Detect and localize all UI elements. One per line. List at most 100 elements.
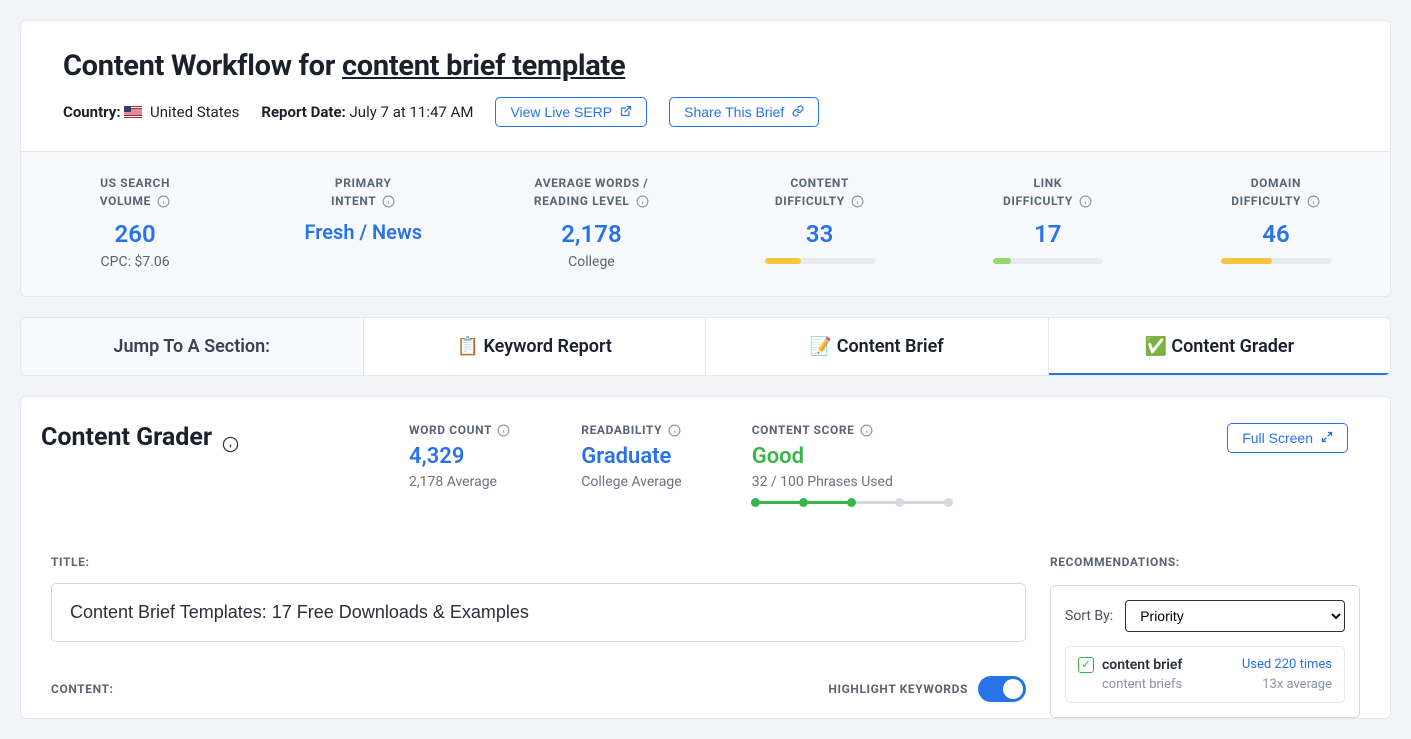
check-icon: ✓ (1078, 657, 1094, 673)
highlight-keywords-label: HIGHLIGHT KEYWORDS (828, 682, 968, 696)
content-field-label: CONTENT: (51, 682, 114, 696)
tab-keyword-report[interactable]: 📋 Keyword Report (364, 318, 707, 375)
report-date-label: Report Date: (261, 103, 345, 121)
toggle-knob (1003, 679, 1023, 699)
info-icon[interactable] (860, 424, 874, 438)
score-track (752, 498, 952, 507)
workflow-header-card: Content Workflow for content brief templ… (20, 20, 1391, 297)
metric-search-volume: US SEARCH VOLUME 260 CPC: $7.06 (21, 152, 249, 296)
gmetric-label-text: READABILITY (581, 423, 662, 437)
gmetric-label-text: CONTENT SCORE (752, 423, 855, 437)
link-icon (792, 104, 804, 120)
title-field-label: TITLE: (51, 555, 1026, 569)
recommendation-sub-keyword: content briefs (1102, 677, 1182, 692)
metric-link-difficulty: LINK DIFFICULTY 17 (934, 152, 1162, 296)
grader-actions: Full Screen (1227, 423, 1348, 453)
word-count-sub: 2,178 Average (409, 474, 511, 490)
metric-label-line: DIFFICULTY (1003, 194, 1073, 208)
info-icon[interactable] (1079, 195, 1093, 209)
metric-label-line: VOLUME (100, 194, 151, 208)
metric-label-line: READING LEVEL (534, 194, 630, 208)
info-icon[interactable] (635, 195, 649, 209)
recommendation-used: Used 220 times (1242, 657, 1332, 672)
tab-content-brief[interactable]: 📝 Content Brief (706, 318, 1049, 375)
difficulty-bar (765, 258, 875, 264)
content-difficulty-value: 33 (718, 220, 922, 248)
recommendation-average: 13x average (1262, 677, 1332, 692)
metric-content-difficulty: CONTENT DIFFICULTY 33 (706, 152, 934, 296)
content-grader-card: Content Grader WORD COUNT 4,329 2,178 Av… (20, 396, 1391, 719)
header-section: Content Workflow for content brief templ… (21, 21, 1390, 151)
metric-primary-intent: PRIMARY INTENT Fresh / News (249, 152, 477, 296)
title-input[interactable] (51, 583, 1026, 642)
full-screen-label: Full Screen (1242, 430, 1313, 446)
recommendation-keyword: content brief (1102, 657, 1182, 673)
metric-avg-words: AVERAGE WORDS / READING LEVEL 2,178 Coll… (477, 152, 705, 296)
domain-difficulty-value: 46 (1174, 220, 1378, 248)
metric-domain-difficulty: DOMAIN DIFFICULTY 46 (1162, 152, 1390, 296)
word-count-value: 4,329 (409, 444, 511, 469)
view-live-serp-button[interactable]: View Live SERP (495, 97, 647, 127)
grader-body: TITLE: CONTENT: HIGHLIGHT KEYWORDS RECOM… (21, 515, 1390, 718)
info-icon[interactable] (497, 424, 511, 438)
info-icon[interactable] (1307, 195, 1321, 209)
metrics-row: US SEARCH VOLUME 260 CPC: $7.06 PRIMARY … (21, 151, 1390, 296)
metric-label-line: DIFFICULTY (775, 194, 845, 208)
page-title: Content Workflow for content brief templ… (63, 49, 1348, 83)
metric-label-line: LINK (1034, 176, 1063, 190)
tab-content-grader[interactable]: ✅ Content Grader (1049, 318, 1391, 375)
info-icon[interactable] (222, 431, 236, 445)
editor-column: TITLE: CONTENT: HIGHLIGHT KEYWORDS (51, 555, 1026, 718)
info-icon[interactable] (668, 424, 682, 438)
sort-row: Sort By: Priority (1065, 600, 1345, 632)
readability-value: Graduate (581, 444, 681, 469)
recommendation-item[interactable]: ✓ content brief Used 220 times content b… (1065, 646, 1345, 703)
meta-row: Country: United States Report Date: July… (63, 97, 1348, 127)
readability-sub: College Average (581, 474, 681, 490)
recommendations-heading: RECOMMENDATIONS: (1050, 555, 1360, 569)
primary-intent-value: Fresh / News (261, 220, 465, 244)
gmetric-word-count: WORD COUNT 4,329 2,178 Average (409, 423, 511, 507)
title-prefix: Content Workflow for (63, 49, 342, 83)
gmetric-readability: READABILITY Graduate College Average (581, 423, 681, 507)
jump-to-section-label: Jump To A Section: (21, 318, 364, 375)
gmetric-label-text: WORD COUNT (409, 423, 492, 437)
section-tabs: Jump To A Section: 📋 Keyword Report 📝 Co… (20, 317, 1391, 376)
cpc-value: CPC: $7.06 (33, 254, 237, 270)
grader-title: Content Grader (41, 423, 361, 452)
view-live-serp-label: View Live SERP (510, 104, 612, 120)
grader-metrics: WORD COUNT 4,329 2,178 Average READABILI… (409, 423, 1179, 507)
metric-label-line: DOMAIN (1251, 176, 1301, 190)
country-value: United States (150, 103, 239, 121)
difficulty-bar (993, 258, 1103, 264)
full-screen-button[interactable]: Full Screen (1227, 423, 1348, 453)
metric-label-line: CONTENT (790, 176, 849, 190)
info-icon[interactable] (382, 195, 396, 209)
grader-title-text: Content Grader (41, 423, 212, 452)
country-label: Country: (63, 103, 121, 121)
info-icon[interactable] (850, 195, 864, 209)
external-link-icon (620, 104, 632, 120)
gmetric-content-score: CONTENT SCORE Good 32 / 100 Phrases Used (752, 423, 952, 507)
metric-label-line: US SEARCH (100, 176, 170, 190)
link-difficulty-value: 17 (946, 220, 1150, 248)
reading-level-value: College (489, 254, 693, 270)
info-icon[interactable] (156, 195, 170, 209)
highlight-keywords-toggle[interactable] (978, 676, 1026, 702)
title-keyword: content brief template (342, 49, 625, 83)
country-group: Country: United States (63, 103, 239, 121)
content-header-row: CONTENT: HIGHLIGHT KEYWORDS (51, 676, 1026, 702)
report-date-value: July 7 at 11:47 AM (350, 103, 474, 121)
share-brief-label: Share This Brief (684, 104, 784, 120)
sort-by-label: Sort By: (1065, 608, 1113, 624)
share-brief-button[interactable]: Share This Brief (669, 97, 819, 127)
sort-by-select[interactable]: Priority (1125, 600, 1345, 632)
us-flag-icon (124, 106, 142, 118)
metric-label-line: PRIMARY (335, 176, 392, 190)
metric-label-line: DIFFICULTY (1231, 194, 1301, 208)
grader-header: Content Grader WORD COUNT 4,329 2,178 Av… (21, 397, 1390, 515)
difficulty-bar (1221, 258, 1331, 264)
content-score-value: Good (752, 444, 952, 469)
search-volume-value: 260 (33, 220, 237, 248)
metric-label-line: INTENT (331, 194, 376, 208)
